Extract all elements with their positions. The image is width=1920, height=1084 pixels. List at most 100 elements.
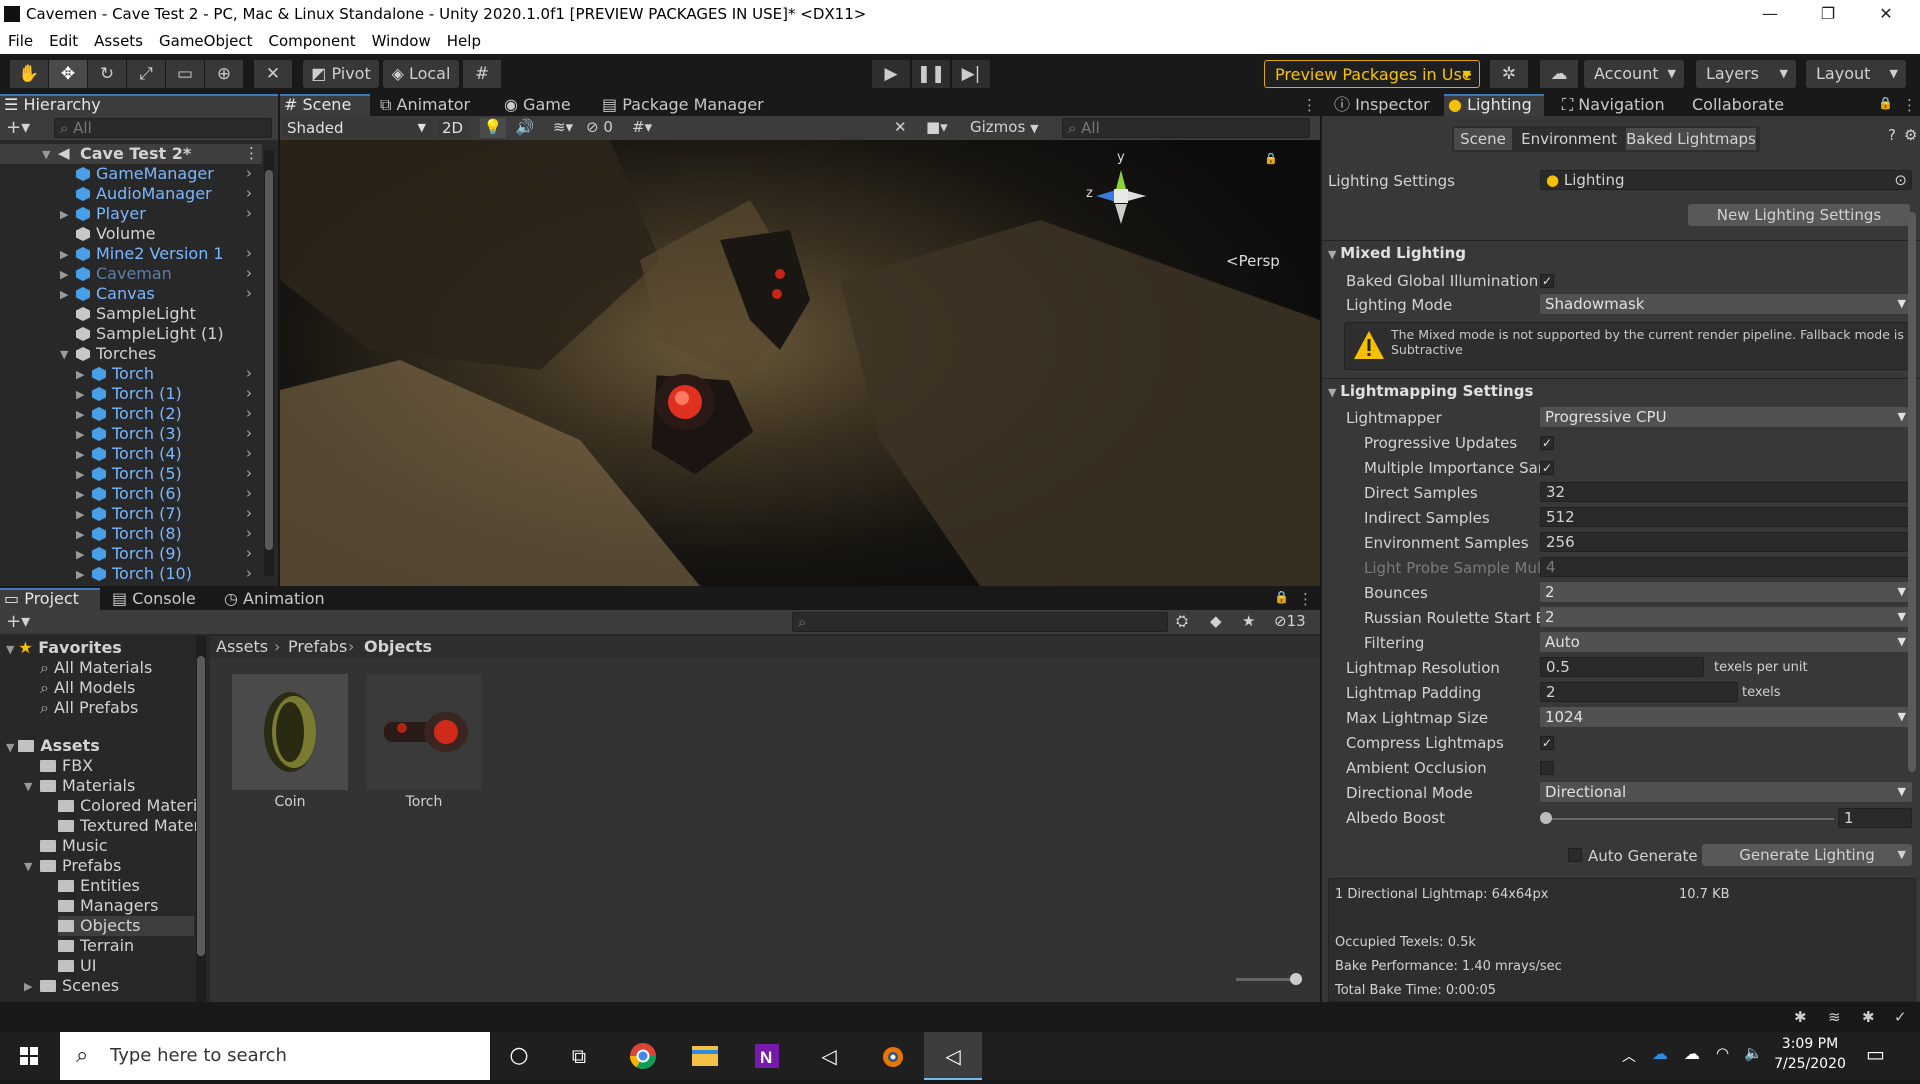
play-button[interactable]: ▶ <box>872 60 910 88</box>
hierarchy-item[interactable]: Torch (7) <box>92 504 182 524</box>
hierarchy-search-input[interactable]: ⌕ All <box>54 118 272 138</box>
menu-window[interactable]: Window <box>364 30 439 50</box>
slider-knob[interactable] <box>1540 812 1552 824</box>
collapsed-icon[interactable]: ▶ <box>76 548 84 561</box>
expand-icon[interactable]: ▶ <box>24 980 32 993</box>
hierarchy-item[interactable]: Torch (4) <box>92 444 182 464</box>
hierarchy-item[interactable]: AudioManager <box>76 184 212 204</box>
open-prefab-chevron-icon[interactable]: › <box>246 284 252 302</box>
progressive-updates-checkbox[interactable]: ✓ <box>1540 436 1554 450</box>
start-button[interactable] <box>0 1032 58 1080</box>
tab-animation[interactable]: ◷ Animation <box>220 588 340 610</box>
onedrive-personal-icon[interactable]: ☁ <box>1684 1044 1700 1063</box>
auto-generate-checkbox[interactable] <box>1568 848 1582 862</box>
object-picker-icon[interactable]: ⊙ <box>1894 171 1907 189</box>
chrome-icon[interactable] <box>614 1032 672 1080</box>
compress-lightmaps-checkbox[interactable]: ✓ <box>1540 736 1554 750</box>
cortana-icon[interactable]: ○ <box>490 1032 548 1080</box>
projection-label[interactable]: <Persp <box>1226 252 1280 270</box>
clock[interactable]: 3:09 PM 7/25/2020 <box>1770 1036 1850 1072</box>
scene-viewport[interactable]: y z 🔒 <Persp <box>280 140 1320 586</box>
menu-gameobject[interactable]: GameObject <box>151 30 261 50</box>
assets-header[interactable]: ▼ Assets <box>6 736 100 756</box>
tab-lighting[interactable]: ● Lighting <box>1444 94 1544 116</box>
open-prefab-chevron-icon[interactable]: › <box>246 384 252 402</box>
albedo-boost-slider[interactable] <box>1540 812 1834 824</box>
collapsed-icon[interactable]: ▶ <box>76 468 84 481</box>
bounces-dropdown[interactable]: 2 ▼ <box>1540 582 1912 602</box>
open-prefab-chevron-icon[interactable]: › <box>246 364 252 382</box>
file-explorer-icon[interactable] <box>676 1032 734 1080</box>
breadcrumb-prefabs[interactable]: Prefabs <box>288 637 347 657</box>
mixed-lighting-header[interactable]: ▼ Mixed Lighting <box>1328 242 1466 264</box>
preview-packages-dropdown[interactable]: Preview Packages in Use ▼ <box>1264 60 1480 88</box>
thumbnail-size-slider[interactable] <box>1236 973 1302 985</box>
grid-toggle-icon[interactable]: #▾ <box>632 118 670 136</box>
hierarchy-item[interactable]: Torch <box>92 364 154 384</box>
unity-editor-icon[interactable]: ◁ <box>924 1032 982 1080</box>
project-search-input[interactable]: ⌕ <box>792 612 1168 632</box>
tab-animator[interactable]: ⧉ Animator <box>376 94 486 116</box>
lock-icon[interactable]: 🔒 <box>1274 590 1289 604</box>
panel-menu-icon[interactable]: ⋮ <box>1902 96 1917 114</box>
favorite-star-icon[interactable]: ★ <box>1242 612 1255 630</box>
tab-game[interactable]: ◉ Game <box>500 94 580 116</box>
collapsed-icon[interactable]: ▶ <box>76 488 84 501</box>
panel-menu-icon[interactable]: ⋮ <box>1298 590 1313 608</box>
direct-samples-input[interactable]: 32 <box>1540 482 1912 502</box>
scene-search-input[interactable]: ⌕ All <box>1062 118 1310 138</box>
local-toggle[interactable]: ◈ Local <box>383 60 459 88</box>
hierarchy-item[interactable]: Canvas <box>76 284 155 304</box>
scroll-thumb[interactable] <box>1908 212 1916 772</box>
open-prefab-chevron-icon[interactable]: › <box>246 404 252 422</box>
collapsed-icon[interactable]: ▶ <box>60 248 68 261</box>
rotate-tool-icon[interactable]: ↻ <box>88 60 126 88</box>
effects-toggle-icon[interactable]: ≋▾ <box>544 118 582 136</box>
gizmos-dropdown[interactable]: Gizmos ▼ <box>970 118 1050 136</box>
environment-samples-input[interactable]: 256 <box>1540 532 1912 552</box>
lighting-mode-dropdown[interactable]: Shadowmask ▼ <box>1540 294 1912 314</box>
scroll-thumb[interactable] <box>265 170 273 550</box>
scene-row[interactable]: ▼ ◀ Cave Test 2* ⋮ <box>0 144 262 164</box>
breadcrumb-objects[interactable]: Objects <box>364 637 432 657</box>
rect-tool-icon[interactable]: ▭ <box>166 60 204 88</box>
services-icon[interactable]: ✲ <box>1490 60 1528 88</box>
asset-tile-coin[interactable]: Coin <box>232 674 348 812</box>
folder-item[interactable]: Colored Materia <box>58 796 207 816</box>
hidden-objects-toggle[interactable]: ⊘ 0 <box>586 118 628 136</box>
hierarchy-item[interactable]: Torch (10) <box>92 564 192 584</box>
folder-item[interactable]: Materials <box>40 776 135 796</box>
lightmapper-dropdown[interactable]: Progressive CPU ▼ <box>1540 407 1912 427</box>
show-hidden-icons-icon[interactable]: ︿ <box>1622 1046 1636 1066</box>
tab-inspector[interactable]: ⓘ Inspector <box>1330 94 1440 116</box>
favorites-header[interactable]: ▼ ★ Favorites <box>6 638 122 658</box>
lock-icon[interactable]: 🔒 <box>1878 96 1893 110</box>
tab-scene[interactable]: # Scene <box>280 94 370 116</box>
new-lighting-settings-button[interactable]: New Lighting Settings <box>1688 204 1910 226</box>
hierarchy-item[interactable]: Torches <box>76 344 156 364</box>
wifi-icon[interactable]: ◠ <box>1716 1044 1729 1062</box>
custom-tool-icon[interactable]: ✕ <box>254 60 292 88</box>
generate-lighting-button[interactable]: Generate Lighting ▼ <box>1702 844 1912 866</box>
tab-project[interactable]: ▭ Project <box>0 588 100 610</box>
collapsed-icon[interactable]: ▶ <box>76 408 84 421</box>
cloud-icon[interactable]: ☁ <box>1540 60 1578 88</box>
filter-type-icon[interactable]: ⛭ <box>1176 612 1188 630</box>
progress-icon[interactable]: ≋ <box>1828 1008 1841 1026</box>
multiple-importance-checkbox[interactable]: ✓ <box>1540 461 1554 475</box>
lighting-toggle-icon[interactable]: 💡 <box>480 118 506 138</box>
favorite-all-prefabs[interactable]: ⌕ All Prefabs <box>40 698 138 718</box>
menu-help[interactable]: Help <box>439 30 489 50</box>
lock-icon[interactable]: 🔒 <box>1264 152 1278 165</box>
hierarchy-item[interactable]: Mine2 Version 1 <box>76 244 224 264</box>
open-prefab-chevron-icon[interactable]: › <box>246 564 252 582</box>
create-button[interactable]: +▾ <box>6 117 30 138</box>
folder-item[interactable]: Terrain <box>58 936 134 956</box>
notifications-icon[interactable]: ▭ <box>1866 1042 1885 1066</box>
hierarchy-item[interactable]: Volume <box>76 224 156 244</box>
layers-dropdown[interactable]: Layers ▼ <box>1696 60 1796 88</box>
hierarchy-item[interactable]: Torch (3) <box>92 424 182 444</box>
camera-icon[interactable]: ■▾ <box>926 118 964 136</box>
baked-gi-checkbox[interactable]: ✓ <box>1540 274 1554 288</box>
hierarchy-item[interactable]: Torch (8) <box>92 524 182 544</box>
